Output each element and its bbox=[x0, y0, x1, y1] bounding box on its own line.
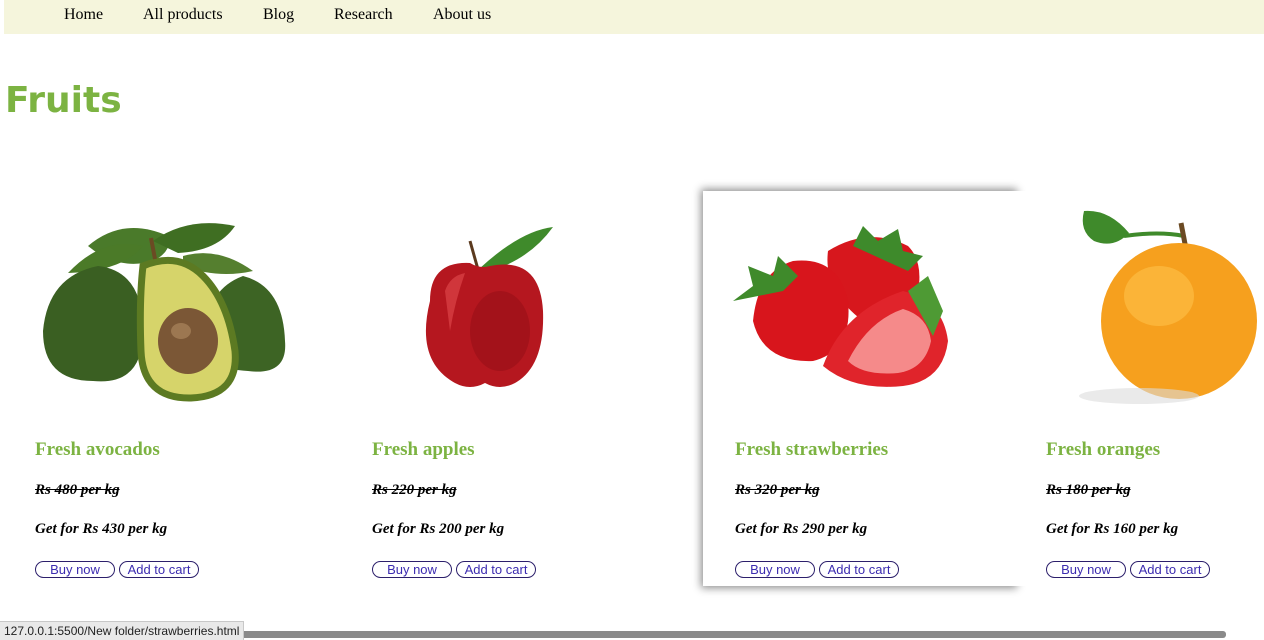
original-price: Rs 220 per kg bbox=[372, 482, 457, 498]
product-name: Fresh oranges bbox=[1046, 439, 1161, 460]
original-price: Rs 480 per kg bbox=[35, 482, 120, 498]
buy-now-button[interactable]: Buy now bbox=[35, 561, 115, 578]
top-nav: Home All products Blog Research About us bbox=[4, 0, 1264, 34]
buy-now-button[interactable]: Buy now bbox=[1046, 561, 1126, 578]
apple-image bbox=[425, 227, 553, 387]
orange-image bbox=[1079, 210, 1257, 404]
product-name: Fresh strawberries bbox=[735, 439, 889, 460]
discounted-price: Get for Rs 290 per kg bbox=[735, 521, 868, 537]
product-card-avocados[interactable]: Fresh avocados Rs 480 per kg Get for Rs … bbox=[3, 191, 315, 586]
product-card-oranges[interactable]: Fresh oranges Rs 180 per kg Get for Rs 1… bbox=[1014, 191, 1264, 586]
add-to-cart-button[interactable]: Add to cart bbox=[119, 561, 199, 578]
product-card-strawberries[interactable]: Fresh strawberries Rs 320 per kg Get for… bbox=[703, 191, 1015, 586]
discounted-price: Get for Rs 430 per kg bbox=[35, 521, 168, 537]
nav-item-blog[interactable]: Blog bbox=[263, 6, 294, 24]
add-to-cart-button[interactable]: Add to cart bbox=[819, 561, 899, 578]
status-bar-url: 127.0.0.1:5500/New folder/strawberries.h… bbox=[0, 621, 245, 640]
add-to-cart-button[interactable]: Add to cart bbox=[1130, 561, 1210, 578]
nav-item-research[interactable]: Research bbox=[334, 6, 393, 24]
discounted-price: Get for Rs 200 per kg bbox=[372, 521, 505, 537]
product-name: Fresh apples bbox=[372, 439, 475, 460]
avocado-image bbox=[43, 223, 286, 402]
product-name: Fresh avocados bbox=[35, 439, 160, 460]
nav-item-about-us[interactable]: About us bbox=[433, 6, 491, 24]
horizontal-scrollbar[interactable] bbox=[240, 631, 1226, 638]
original-price: Rs 320 per kg bbox=[735, 482, 820, 498]
nav-item-all-products[interactable]: All products bbox=[143, 6, 223, 24]
original-price: Rs 180 per kg bbox=[1046, 482, 1131, 498]
buy-now-button[interactable]: Buy now bbox=[735, 561, 815, 578]
strawberries-image bbox=[733, 226, 948, 387]
nav-item-home[interactable]: Home bbox=[64, 6, 103, 24]
discounted-price: Get for Rs 160 per kg bbox=[1046, 521, 1179, 537]
page-title: Fruits bbox=[5, 80, 122, 121]
buy-now-button[interactable]: Buy now bbox=[372, 561, 452, 578]
add-to-cart-button[interactable]: Add to cart bbox=[456, 561, 536, 578]
product-card-apples[interactable]: Fresh apples Rs 220 per kg Get for Rs 20… bbox=[340, 191, 652, 586]
